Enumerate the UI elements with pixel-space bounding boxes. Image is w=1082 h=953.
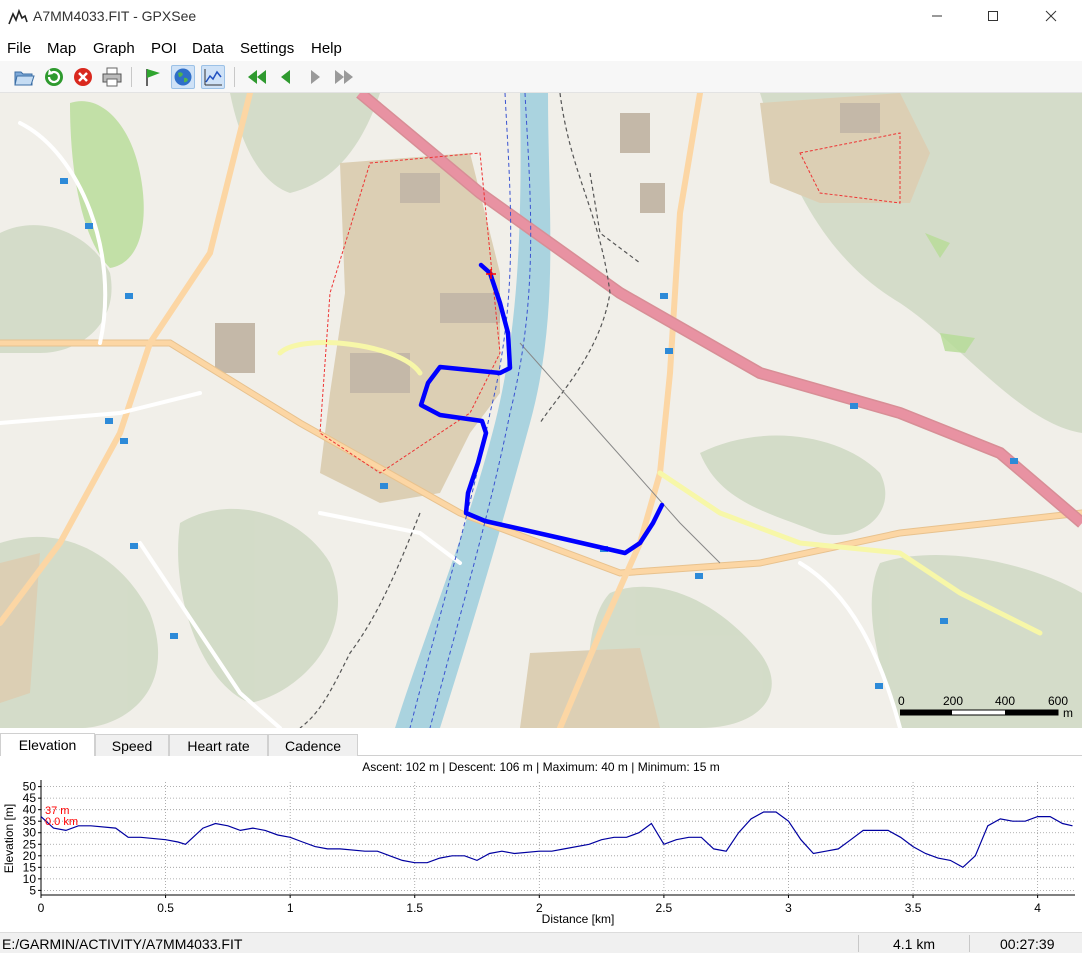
menu-bar: File Map Graph POI Data Settings Help — [0, 36, 1082, 60]
status-bar: E:/GARMIN/ACTIVITY/A7MM4033.FIT 4.1 km 0… — [0, 932, 1082, 953]
close-file-button[interactable] — [71, 65, 95, 89]
minimize-icon — [932, 15, 942, 17]
map-scale-bar: 0 200 400 600 m — [898, 694, 1078, 722]
show-map-button[interactable] — [171, 65, 195, 89]
menu-data[interactable]: Data — [192, 40, 224, 57]
y-tick-label: 50 — [23, 780, 37, 794]
x-tick-label: 3.5 — [905, 901, 922, 915]
graph-stats: Ascent: 102 m | Descent: 106 m | Maximum… — [362, 760, 720, 774]
next-file-button[interactable] — [303, 65, 327, 89]
gpxsee-app-icon — [8, 8, 28, 25]
tab-speed[interactable]: Speed — [95, 734, 169, 756]
marker-distance-label: 0.0 km — [45, 816, 78, 828]
x-tick-label: 4 — [1034, 901, 1041, 915]
last-file-icon — [335, 70, 353, 84]
open-file-icon — [14, 71, 35, 86]
maximize-button[interactable] — [970, 0, 1016, 32]
x-tick-label: 3 — [785, 901, 792, 915]
x-tick-label: 0.5 — [157, 901, 174, 915]
scale-label-200: 200 — [943, 694, 964, 708]
status-file-path: E:/GARMIN/ACTIVITY/A7MM4033.FIT — [2, 936, 243, 952]
previous-file-button[interactable] — [274, 65, 298, 89]
first-file-button[interactable] — [245, 65, 269, 89]
show-graphs-button[interactable] — [201, 65, 225, 89]
open-file-button[interactable] — [12, 65, 36, 89]
show-poi-button[interactable] — [141, 65, 165, 89]
last-file-button[interactable] — [332, 65, 356, 89]
tab-elevation[interactable]: Elevation — [0, 733, 95, 756]
graph-tabs: Elevation Speed Heart rate Cadence — [0, 733, 1082, 756]
tab-heart-rate[interactable]: Heart rate — [169, 734, 268, 756]
next-file-icon — [311, 70, 320, 84]
title-bar: A7MM4033.FIT - GPXSee — [0, 0, 1082, 34]
previous-file-icon — [281, 70, 290, 84]
menu-map[interactable]: Map — [47, 40, 76, 57]
menu-poi[interactable]: POI — [151, 40, 177, 57]
map-canvas — [0, 93, 1082, 728]
menu-help[interactable]: Help — [311, 40, 342, 57]
show-map-globe-icon — [174, 68, 192, 86]
x-tick-label: 2.5 — [656, 901, 673, 915]
minimize-button[interactable] — [914, 0, 960, 32]
close-window-button[interactable] — [1028, 0, 1074, 32]
elevation-chart: 51015202530354045500 0.5 1 1.5 2 2.5 3 3.5 4Dist… — [2, 780, 1075, 926]
print-icon — [102, 67, 122, 87]
window-title: A7MM4033.FIT - GPXSee — [33, 8, 197, 24]
menu-graph[interactable]: Graph — [93, 40, 135, 57]
maximize-icon — [988, 11, 998, 21]
close-icon — [1045, 10, 1057, 22]
x-tick-label: 0 — [38, 901, 45, 915]
close-file-icon — [74, 68, 92, 86]
reload-button[interactable] — [42, 65, 66, 89]
scale-unit: m — [1063, 706, 1073, 720]
x-tick-label: 1.5 — [406, 901, 423, 915]
elevation-graph-panel[interactable]: Ascent: 102 m | Descent: 106 m | Maximum… — [0, 757, 1082, 932]
scale-bar-graphic — [900, 709, 1059, 716]
map-view[interactable]: 0 200 400 600 m — [0, 93, 1082, 728]
menu-file[interactable]: File — [7, 40, 31, 57]
scale-label-0: 0 — [898, 694, 905, 708]
elevation-line — [40, 811, 1073, 869]
map-powerline — [519, 342, 721, 564]
reload-icon — [45, 68, 63, 86]
x-axis-label: Distance [km] — [542, 912, 615, 926]
print-button[interactable] — [100, 65, 124, 89]
show-graphs-icon — [204, 69, 222, 86]
status-time: 00:27:39 — [1000, 936, 1055, 952]
x-tick-label: 1 — [287, 901, 294, 915]
status-distance: 4.1 km — [893, 936, 936, 952]
scale-label-400: 400 — [995, 694, 1016, 708]
menu-settings[interactable]: Settings — [240, 40, 294, 57]
first-file-icon — [248, 70, 266, 84]
toolbar — [0, 61, 1082, 93]
tab-cadence[interactable]: Cadence — [268, 734, 358, 756]
y-axis-label: Elevation [m] — [2, 804, 16, 873]
show-poi-flag-icon — [146, 69, 160, 86]
